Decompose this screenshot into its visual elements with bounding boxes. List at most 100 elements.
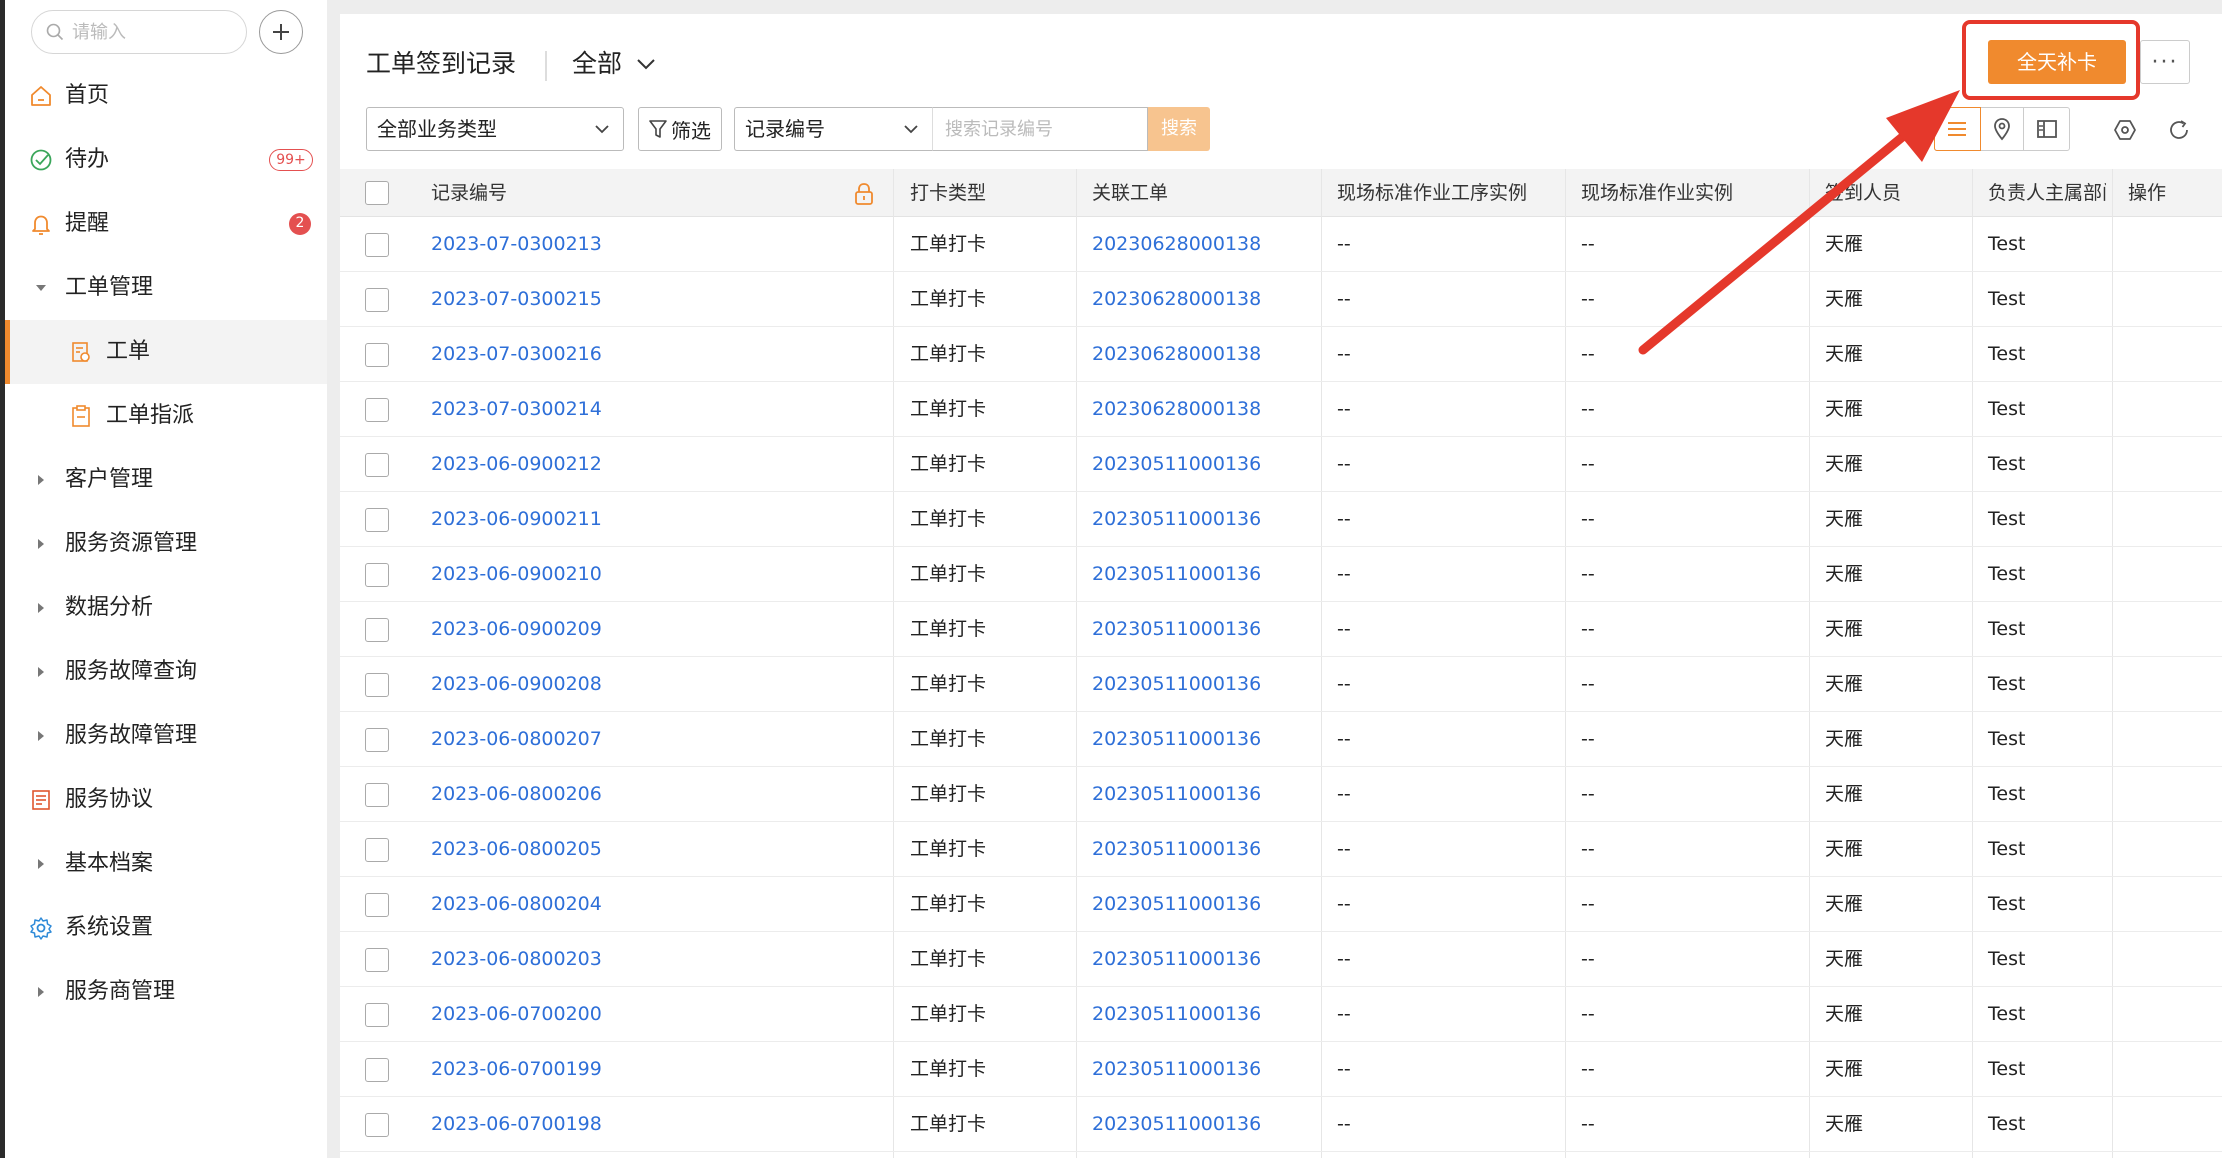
- cell-related-work-order[interactable]: 20230511000136: [1092, 602, 1261, 657]
- table-row[interactable]: 2023-06-0800207 工单打卡 20230511000136 -- -- 天雁 T…: [340, 712, 2222, 767]
- cell-related-work-order[interactable]: 20230628000138: [1092, 382, 1261, 437]
- cell-related-work-order[interactable]: 20230511000136: [1092, 877, 1261, 932]
- sidebar-item-basic-archive[interactable]: 基本档案: [5, 832, 327, 896]
- row-checkbox[interactable]: [365, 618, 389, 642]
- column-header-process-instance[interactable]: 现场标准作业工序实例: [1337, 169, 1527, 217]
- row-checkbox[interactable]: [365, 1058, 389, 1082]
- table-row[interactable]: 2023-07-0300215 工单打卡 20230628000138 -- -- 天雁 T…: [340, 272, 2222, 327]
- row-checkbox[interactable]: [365, 343, 389, 367]
- settings-button[interactable]: [2112, 117, 2138, 143]
- sidebar-item-todo[interactable]: 待办 99+: [5, 128, 327, 192]
- cell-record-no[interactable]: 2023-06-0800203: [431, 932, 602, 987]
- refresh-button[interactable]: [2166, 117, 2192, 143]
- row-checkbox[interactable]: [365, 563, 389, 587]
- map-view-button[interactable]: [1980, 108, 2025, 150]
- more-button[interactable]: ···: [2140, 40, 2190, 84]
- sidebar-item-service-resource[interactable]: 服务资源管理: [5, 512, 327, 576]
- table-row[interactable]: 2023-06-0800205 工单打卡 20230511000136 -- -- 天雁 T…: [340, 822, 2222, 877]
- cell-related-work-order[interactable]: 20230628000138: [1092, 217, 1261, 272]
- select-all-checkbox[interactable]: [365, 181, 389, 205]
- cell-related-work-order[interactable]: 20230511000136: [1092, 987, 1261, 1042]
- cell-record-no[interactable]: 2023-06-0700199: [431, 1042, 602, 1097]
- cell-record-no[interactable]: 2023-06-0900211: [431, 492, 602, 547]
- column-header-owner-department[interactable]: 负责人主属部门: [1988, 169, 2106, 217]
- column-header-operation-instance[interactable]: 现场标准作业实例: [1581, 169, 1733, 217]
- cell-record-no[interactable]: 2023-07-0300214: [431, 382, 602, 437]
- cell-record-no[interactable]: 2023-06-0800205: [431, 822, 602, 877]
- table-row[interactable]: 2023-06-0900209 工单打卡 20230511000136 -- -- 天雁 T…: [340, 602, 2222, 657]
- table-row[interactable]: 2023-07-0300214 工单打卡 20230628000138 -- -- 天雁 T…: [340, 382, 2222, 437]
- search-field-select[interactable]: 记录编号: [734, 107, 932, 151]
- cell-record-no[interactable]: 2023-06-0900208: [431, 657, 602, 712]
- row-checkbox[interactable]: [365, 673, 389, 697]
- table-row[interactable]: 2023-07-0300213 工单打卡 20230628000138 -- -- 天雁 T…: [340, 217, 2222, 272]
- table-row[interactable]: 2023-06-0800204 工单打卡 20230511000136 -- -- 天雁 T…: [340, 877, 2222, 932]
- cell-related-work-order[interactable]: 20230511000136: [1092, 712, 1261, 767]
- sidebar-item-fault-query[interactable]: 服务故障查询: [5, 640, 327, 704]
- cell-record-no[interactable]: 2023-07-0300216: [431, 327, 602, 382]
- cell-related-work-order[interactable]: 20230511000136: [1092, 492, 1261, 547]
- sidebar-item-work-order-assign[interactable]: 工单指派: [5, 384, 327, 448]
- row-checkbox[interactable]: [365, 508, 389, 532]
- table-row[interactable]: 2023-06-0900212 工单打卡 20230511000136 -- -- 天雁 T…: [340, 437, 2222, 492]
- sidebar-item-work-order[interactable]: 工单: [5, 320, 327, 384]
- view-selector[interactable]: 全部: [572, 48, 656, 80]
- cell-record-no[interactable]: 2023-06-0900209: [431, 602, 602, 657]
- cell-related-work-order[interactable]: 20230511000136: [1092, 437, 1261, 492]
- search-button[interactable]: 搜索: [1148, 107, 1210, 151]
- business-type-select[interactable]: 全部业务类型: [366, 107, 624, 151]
- sidebar-item-provider-management[interactable]: 服务商管理: [5, 960, 327, 1024]
- sidebar-search-input[interactable]: [72, 21, 222, 43]
- cell-related-work-order[interactable]: 20230511000136: [1092, 932, 1261, 987]
- sidebar-item-fault-management[interactable]: 服务故障管理: [5, 704, 327, 768]
- cell-record-no[interactable]: 2023-06-0900210: [431, 547, 602, 602]
- cell-record-no[interactable]: 2023-06-0700200: [431, 987, 602, 1042]
- cell-related-work-order[interactable]: 20230511000136: [1092, 1097, 1261, 1152]
- row-checkbox[interactable]: [365, 893, 389, 917]
- list-view-button[interactable]: [1934, 107, 1981, 151]
- sidebar-item-home[interactable]: 首页: [5, 64, 327, 128]
- row-checkbox[interactable]: [365, 838, 389, 862]
- table-row[interactable]: 2023-07-0300216 工单打卡 20230628000138 -- -- 天雁 T…: [340, 327, 2222, 382]
- cell-related-work-order[interactable]: 20230511000136: [1092, 547, 1261, 602]
- table-row[interactable]: 2023-06-0900208 工单打卡 20230511000136 -- -- 天雁 T…: [340, 657, 2222, 712]
- row-checkbox[interactable]: [365, 288, 389, 312]
- cell-record-no[interactable]: 2023-06-0700198: [431, 1097, 602, 1152]
- table-row[interactable]: 2023-06-0700199 工单打卡 20230511000136 -- -- 天雁 T…: [340, 1042, 2222, 1097]
- row-checkbox[interactable]: [365, 948, 389, 972]
- cell-related-work-order[interactable]: 20230628000138: [1092, 272, 1261, 327]
- cell-record-no[interactable]: 2023-07-0300215: [431, 272, 602, 327]
- row-checkbox[interactable]: [365, 398, 389, 422]
- filter-button[interactable]: 筛选: [638, 107, 722, 151]
- full-day-makeup-button[interactable]: 全天补卡: [1988, 40, 2126, 84]
- row-checkbox[interactable]: [365, 233, 389, 257]
- table-row[interactable]: 2023-06-0700198 工单打卡 20230511000136 -- -- 天雁 T…: [340, 1097, 2222, 1152]
- cell-record-no[interactable]: 2023-06-0800207: [431, 712, 602, 767]
- table-row[interactable]: 2023-06-0700200 工单打卡 20230511000136 -- -- 天雁 T…: [340, 987, 2222, 1042]
- cell-related-work-order[interactable]: 20230511000136: [1092, 1042, 1261, 1097]
- column-header-checkin-person[interactable]: 签到人员: [1825, 169, 1901, 217]
- record-search-input[interactable]: [933, 108, 1133, 150]
- table-row[interactable]: 2023-06-0900210 工单打卡 20230511000136 -- -- 天雁 T…: [340, 547, 2222, 602]
- add-button[interactable]: [259, 10, 303, 54]
- row-checkbox[interactable]: [365, 783, 389, 807]
- table-row[interactable]: 2023-06-0900211 工单打卡 20230511000136 -- -- 天雁 T…: [340, 492, 2222, 547]
- column-header-checkin-type[interactable]: 打卡类型: [910, 169, 986, 217]
- sidebar-item-customer-management[interactable]: 客户管理: [5, 448, 327, 512]
- cell-related-work-order[interactable]: 20230511000136: [1092, 767, 1261, 822]
- record-search-field[interactable]: [932, 107, 1148, 151]
- cell-related-work-order[interactable]: 20230628000138: [1092, 327, 1261, 382]
- sidebar-item-work-order-management[interactable]: 工单管理: [5, 256, 327, 320]
- sidebar-item-system-settings[interactable]: 系统设置: [5, 896, 327, 960]
- row-checkbox[interactable]: [365, 728, 389, 752]
- sidebar-item-service-agreement[interactable]: 服务协议: [5, 768, 327, 832]
- cell-related-work-order[interactable]: 20230511000136: [1092, 822, 1261, 877]
- cell-related-work-order[interactable]: 20230511000136: [1092, 657, 1261, 712]
- sidebar-item-reminder[interactable]: 提醒 2: [5, 192, 327, 256]
- row-checkbox[interactable]: [365, 1113, 389, 1137]
- cell-record-no[interactable]: 2023-06-0800206: [431, 767, 602, 822]
- column-header-record-no[interactable]: 记录编号: [431, 169, 507, 217]
- sidebar-item-data-analysis[interactable]: 数据分析: [5, 576, 327, 640]
- split-view-button[interactable]: [2024, 108, 2069, 150]
- cell-record-no[interactable]: 2023-06-0800204: [431, 877, 602, 932]
